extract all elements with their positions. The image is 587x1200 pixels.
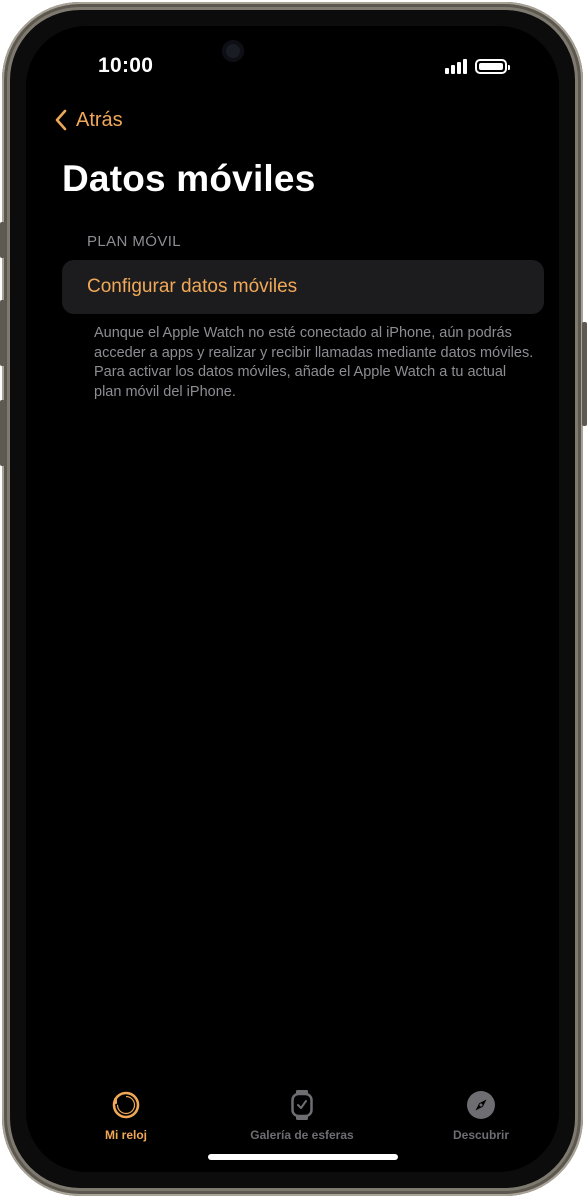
front-camera: [222, 40, 244, 62]
side-button: [582, 322, 587, 426]
status-icons: [445, 58, 510, 74]
status-time: 10:00: [98, 54, 154, 77]
compass-icon: [467, 1091, 495, 1119]
battery-icon: [475, 59, 510, 74]
configure-cellular-row[interactable]: Configurar datos móviles: [62, 260, 544, 314]
watch-face-icon: [112, 1091, 140, 1119]
tab-discover-label: Descubrir: [452, 1128, 510, 1142]
back-label: Atrás: [76, 108, 123, 131]
phone-frame: 10:00 Atrás Datos móviles PLAN MÓVIL Con…: [2, 2, 583, 1196]
phone-bezel: 10:00 Atrás Datos móviles PLAN MÓVIL Con…: [10, 10, 575, 1188]
section-footer: Aunque el Apple Watch no esté conectado …: [94, 325, 534, 400]
cellular-signal-icon: [445, 58, 467, 74]
tab-my-watch[interactable]: Mi reloj: [96, 1089, 156, 1142]
section-header: PLAN MÓVIL: [87, 233, 182, 250]
tab-bar: Mi reloj Galería de esferas Descubrir: [26, 1081, 559, 1151]
watch-icon: [291, 1090, 313, 1120]
configure-cellular-label: Configurar datos móviles: [87, 276, 298, 297]
chevron-left-icon: [55, 109, 67, 131]
home-indicator[interactable]: [208, 1154, 398, 1160]
tab-face-gallery[interactable]: Galería de esferas: [240, 1089, 364, 1142]
back-button[interactable]: Atrás: [54, 108, 123, 132]
tab-my-watch-label: Mi reloj: [104, 1128, 147, 1142]
page-title: Datos móviles: [62, 158, 316, 199]
tab-face-gallery-label: Galería de esferas: [250, 1128, 354, 1142]
volume-down-button: [0, 400, 5, 466]
screen: 10:00 Atrás Datos móviles PLAN MÓVIL Con…: [26, 26, 559, 1172]
tab-discover[interactable]: Descubrir: [443, 1089, 519, 1142]
volume-up-button: [0, 300, 5, 366]
action-button: [0, 222, 5, 258]
